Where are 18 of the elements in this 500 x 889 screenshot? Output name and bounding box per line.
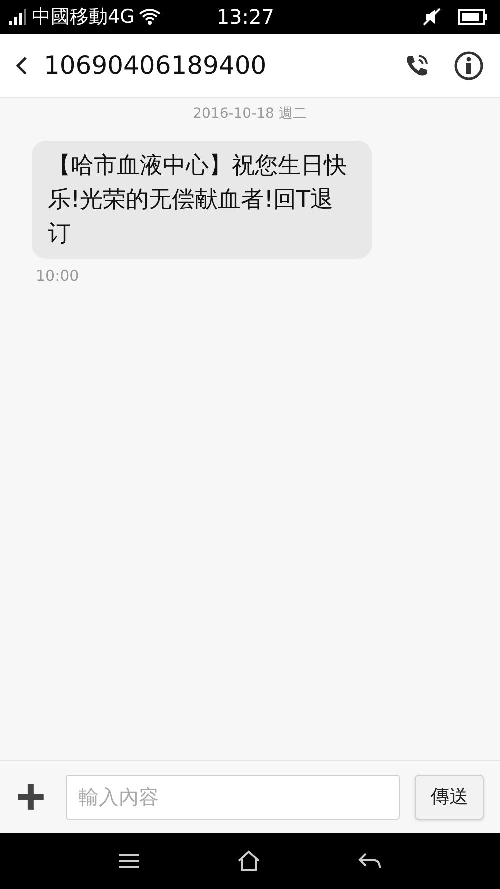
phone-icon[interactable] (404, 52, 430, 78)
contact-number: 10690406189400 (44, 50, 267, 82)
plus-icon[interactable] (16, 782, 46, 812)
back-arrow-icon[interactable] (358, 852, 382, 870)
menu-icon[interactable] (118, 853, 140, 869)
carrier-name: 中國移動4G (32, 4, 135, 30)
message-input[interactable]: 輸入內容 (66, 774, 400, 820)
date-label: 2016-10-18 週二 (193, 105, 307, 124)
message-bubble: 【哈市血液中心】祝您生日快乐!光荣的无偿献血者!回T退订 (32, 141, 372, 259)
wifi-icon (138, 8, 161, 26)
signal-icon (8, 9, 28, 25)
info-icon[interactable] (454, 50, 484, 80)
clock-time: 13:27 (216, 4, 274, 31)
message-time: 10:00 (36, 266, 80, 287)
mute-icon (422, 7, 442, 27)
home-icon[interactable] (236, 850, 261, 872)
send-button[interactable]: 傳送 (415, 774, 484, 820)
battery-icon (458, 9, 488, 25)
